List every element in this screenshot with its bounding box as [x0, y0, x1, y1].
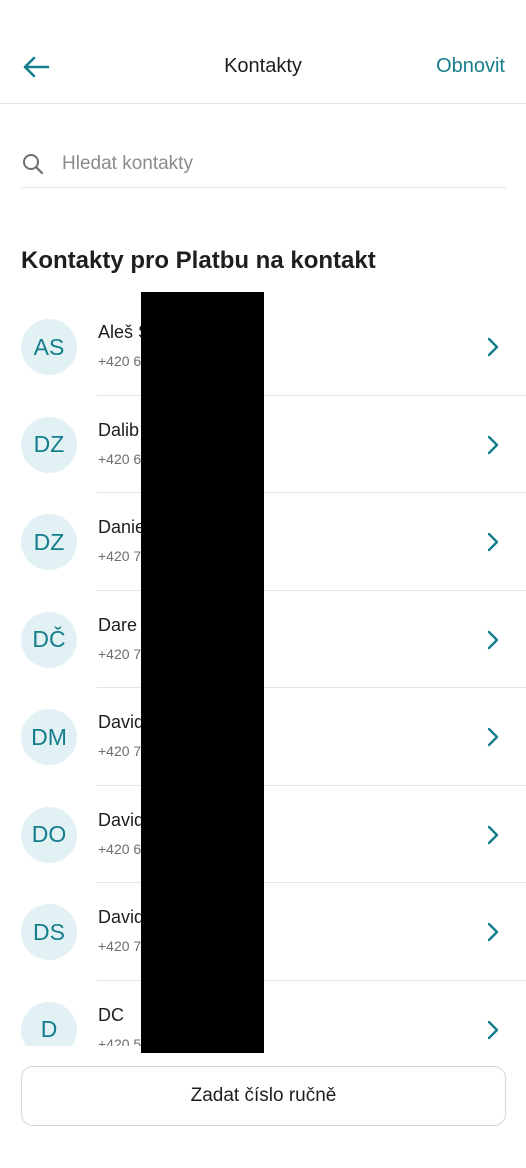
chevron-right-icon — [486, 921, 500, 943]
search-bar[interactable] — [21, 140, 506, 188]
contact-phone: +420 7 — [98, 743, 142, 759]
contact-name: David — [98, 712, 145, 732]
contact-phone: +420 7 — [98, 645, 142, 662]
contact-phone: +420 6 — [98, 353, 142, 369]
avatar: DO — [21, 806, 77, 863]
contact-name: Dalib — [98, 419, 140, 440]
contact-name: David — [98, 907, 145, 927]
avatar: DZ — [21, 416, 77, 473]
contact-phone: +420 6 — [98, 450, 142, 467]
search-icon — [21, 152, 45, 176]
avatar: DS — [21, 904, 77, 960]
contact-name: DC — [98, 1004, 124, 1025]
contact-phone: +420 6 — [98, 840, 142, 857]
refresh-button[interactable]: Obnovit — [436, 55, 505, 78]
enter-number-manually-button[interactable]: Zadat číslo ručně — [21, 1066, 506, 1126]
contact-name: David — [98, 809, 145, 830]
chevron-right-icon — [486, 726, 500, 748]
avatar: AS — [21, 319, 77, 375]
contact-name: Danie — [98, 517, 146, 537]
chevron-right-icon — [486, 824, 500, 846]
arrow-left-icon — [23, 56, 50, 78]
chevron-right-icon — [486, 629, 500, 651]
chevron-right-icon — [486, 336, 500, 358]
contact-name: Dare — [98, 614, 138, 635]
contact-phone: +420 7 — [98, 938, 142, 954]
contact-phone: +420 7 — [98, 548, 142, 564]
chevron-right-icon — [486, 1019, 500, 1041]
redaction-box — [141, 292, 264, 1053]
back-button[interactable] — [18, 50, 54, 84]
section-title: Kontakty pro Platbu na kontakt — [21, 247, 376, 274]
chevron-right-icon — [486, 531, 500, 553]
contact-phone: +420 5 — [98, 1035, 142, 1047]
chevron-right-icon — [486, 434, 500, 456]
top-bar: Kontakty Obnovit — [0, 0, 526, 104]
avatar: DČ — [21, 611, 77, 668]
avatar: DM — [21, 709, 77, 765]
avatar: DZ — [21, 514, 77, 570]
search-input[interactable] — [62, 152, 482, 175]
avatar: D — [21, 1001, 77, 1046]
